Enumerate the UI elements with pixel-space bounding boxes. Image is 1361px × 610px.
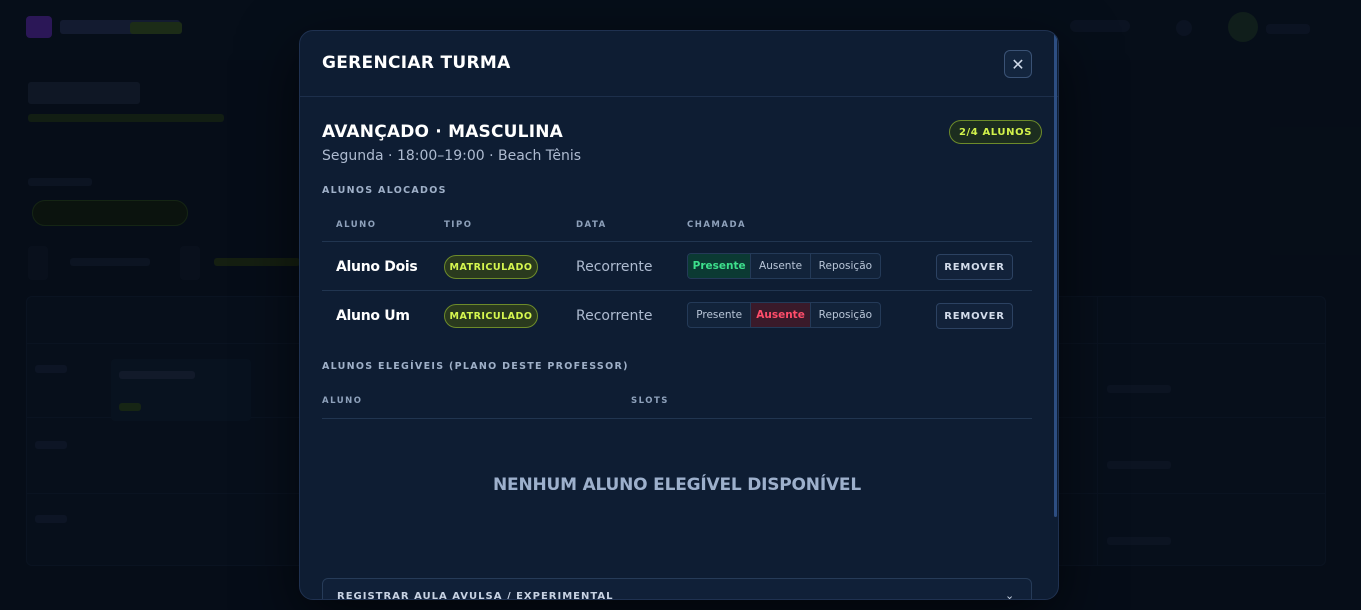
attendance-present-button[interactable]: Presente (688, 303, 752, 327)
modal-header: GERENCIAR TURMA ✕ (300, 31, 1058, 97)
modal-scrollbar[interactable] (1054, 33, 1057, 517)
class-title: AVANÇADO · MASCULINA (322, 122, 564, 142)
attendance-makeup-button[interactable]: Reposição (811, 303, 880, 327)
class-schedule: Segunda · 18:00–19:00 · Beach Tênis (322, 148, 582, 164)
enrolled-badge: MATRICULADO (444, 255, 538, 279)
col-header-slots: SLOTS (631, 396, 669, 406)
attendance-toggle: Presente Ausente Reposição (687, 302, 881, 328)
table-divider (322, 290, 1032, 291)
allocated-section-label: ALUNOS ALOCADOS (322, 185, 447, 196)
close-button[interactable]: ✕ (1004, 50, 1032, 78)
chevron-down-icon: ⌄ (1005, 589, 1015, 600)
col-header-chamada: CHAMADA (687, 220, 747, 230)
eligible-section-label: ALUNOS ELEGÍVEIS (PLANO DESTE PROFESSOR) (322, 361, 629, 372)
trial-class-accordion[interactable]: REGISTRAR AULA AVULSA / EXPERIMENTAL ⌄ (322, 578, 1032, 600)
table-divider (322, 241, 1032, 242)
attendance-absent-button[interactable]: Ausente (751, 254, 811, 278)
col-header-tipo: TIPO (444, 220, 473, 230)
schedule-type: Recorrente (576, 259, 653, 275)
empty-state-message: NENHUM ALUNO ELEGÍVEL DISPONÍVEL (493, 475, 861, 495)
attendance-present-button[interactable]: Presente (688, 254, 752, 278)
student-count-badge: 2/4 ALUNOS (949, 120, 1042, 144)
schedule-type: Recorrente (576, 308, 653, 324)
table-divider (322, 418, 1032, 419)
attendance-toggle: Presente Ausente Reposição (687, 253, 881, 279)
close-icon: ✕ (1011, 54, 1025, 74)
enrolled-badge: MATRICULADO (444, 304, 538, 328)
student-name: Aluno Dois (336, 259, 418, 275)
col-header-data: DATA (576, 220, 607, 230)
remove-student-button[interactable]: REMOVER (936, 254, 1013, 280)
accordion-label: REGISTRAR AULA AVULSA / EXPERIMENTAL (337, 591, 614, 600)
student-name: Aluno Um (336, 308, 410, 324)
attendance-absent-button[interactable]: Ausente (751, 303, 811, 327)
attendance-makeup-button[interactable]: Reposição (811, 254, 880, 278)
modal-title: GERENCIAR TURMA (322, 53, 511, 73)
manage-class-modal: GERENCIAR TURMA ✕ AVANÇADO · MASCULINA S… (299, 30, 1059, 600)
col-header-aluno: ALUNO (322, 396, 363, 406)
remove-student-button[interactable]: REMOVER (936, 303, 1013, 329)
col-header-aluno: ALUNO (336, 220, 377, 230)
